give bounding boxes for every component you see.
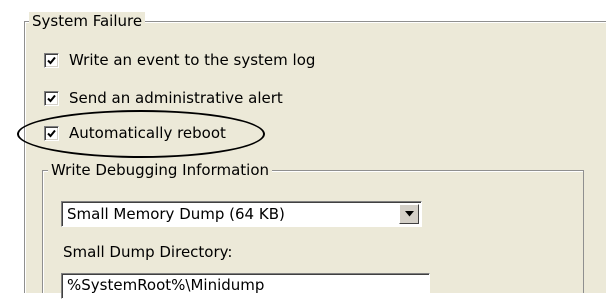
dropdown-button[interactable] (399, 204, 419, 224)
dump-directory-label: Small Dump Directory: (63, 243, 233, 261)
dump-type-value: Small Memory Dump (64 KB) (67, 205, 285, 223)
check-icon (47, 129, 56, 137)
auto-reboot-label: Automatically reboot (69, 124, 226, 142)
check-icon (47, 94, 56, 102)
write-event-checkbox[interactable] (44, 52, 59, 68)
auto-reboot-checkbox-row[interactable]: Automatically reboot (44, 123, 226, 143)
send-alert-label: Send an administrative alert (69, 89, 283, 107)
write-event-label: Write an event to the system log (69, 51, 316, 69)
system-failure-title: System Failure (29, 12, 146, 30)
write-event-checkbox-row[interactable]: Write an event to the system log (44, 50, 315, 70)
chevron-down-icon (404, 211, 414, 217)
dump-directory-value: %SystemRoot%\Minidump (67, 276, 265, 294)
check-icon (47, 56, 56, 64)
dump-type-dropdown[interactable]: Small Memory Dump (64 KB) (61, 201, 422, 227)
send-alert-checkbox[interactable] (44, 90, 59, 106)
debugging-info-title: Write Debugging Information (48, 161, 273, 179)
auto-reboot-checkbox[interactable] (44, 125, 59, 141)
send-alert-checkbox-row[interactable]: Send an administrative alert (44, 88, 283, 108)
dump-directory-input[interactable]: %SystemRoot%\Minidump (61, 273, 430, 299)
